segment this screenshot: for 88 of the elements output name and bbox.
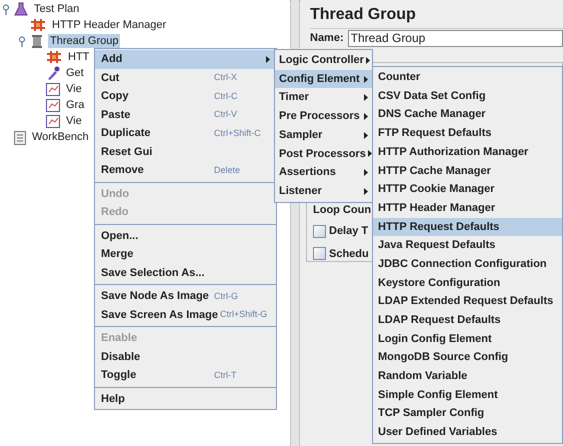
chart-window-icon: [46, 114, 60, 128]
menu-item[interactable]: Assertions: [275, 163, 372, 182]
menu-item[interactable]: FTP Request Defaults: [373, 124, 562, 143]
tree-item[interactable]: Test Plan: [32, 2, 82, 16]
submenu-arrow-icon: [364, 188, 368, 195]
submenu-arrow-icon: [368, 150, 372, 158]
menu-item[interactable]: Random Variable: [373, 367, 562, 386]
menu-item[interactable]: Paste Ctrl-V: [95, 106, 276, 124]
menu-item[interactable]: MongoDB Source Config: [373, 348, 562, 367]
clipboard-icon: [14, 130, 26, 144]
submenu-arrow-icon: [266, 56, 270, 63]
menu-item[interactable]: DNS Cache Manager: [373, 105, 562, 124]
expand-handle-icon[interactable]: [18, 36, 26, 46]
menu-item[interactable]: Save Node As Image Ctrl-G: [95, 287, 276, 306]
dropper-icon: [46, 66, 60, 80]
tree-item[interactable]: Gra: [64, 98, 86, 112]
panel-title: Thread Group: [310, 5, 417, 25]
checkbox[interactable]: [313, 224, 326, 238]
menu-item[interactable]: Save Screen As Image Ctrl+Shift-G: [95, 306, 276, 324]
shortcut-label: Ctrl-C: [213, 90, 238, 102]
menu-item[interactable]: Copy Ctrl-C: [95, 87, 276, 106]
expand-handle-icon[interactable]: [2, 4, 10, 14]
menu-item[interactable]: HTTP Cookie Manager: [373, 180, 562, 199]
checkbox-label: Delay T: [329, 224, 368, 239]
submenu-arrow-icon: [364, 132, 368, 139]
menu-item[interactable]: Save Selection As...: [95, 264, 276, 282]
menu-item[interactable]: LDAP Extended Request Defaults: [373, 292, 562, 311]
shortcut-label: Ctrl+Shift-G: [219, 308, 268, 321]
tree-item[interactable]: WorkBench: [30, 130, 91, 144]
menu-item[interactable]: LDAP Request Defaults: [373, 310, 562, 330]
menu-item[interactable]: Merge: [95, 245, 276, 264]
shortcut-label: Ctrl-X: [213, 71, 238, 84]
tree-item[interactable]: Thread Group: [48, 34, 120, 48]
menu-item[interactable]: Keystore Configuration: [373, 274, 562, 292]
tree-item[interactable]: HTTP Header Manager: [50, 18, 168, 32]
menu-item[interactable]: Help: [95, 390, 276, 408]
submenu-arrow-icon: [364, 94, 368, 102]
menu-item[interactable]: Listener: [275, 182, 372, 200]
flask-icon: [14, 2, 28, 16]
shortcut-label: Ctrl-G: [213, 290, 239, 302]
submenu-arrow-icon: [364, 112, 368, 120]
submenu-arrow-icon: [364, 168, 368, 176]
menu-item[interactable]: Cut Ctrl-X: [95, 68, 276, 87]
name-label: Name:: [310, 30, 344, 46]
menu-item[interactable]: TCP Sampler Config: [373, 404, 562, 424]
menu-item[interactable]: HTTP Authorization Manager: [373, 142, 562, 162]
shortcut-label: Ctrl-T: [213, 368, 238, 382]
menu-item[interactable]: Remove Delete: [95, 161, 276, 180]
name-field[interactable]: Thread Group: [348, 30, 563, 46]
menu-item[interactable]: CSV Data Set Config: [373, 86, 562, 106]
tree-item[interactable]: Vie: [64, 114, 84, 128]
menu-item[interactable]: JDBC Connection Configuration: [373, 254, 562, 274]
menu-item[interactable]: Pre Processors: [275, 107, 372, 126]
menu-item[interactable]: Java Request Defaults: [373, 236, 562, 255]
menu-item[interactable]: HTTP Cache Manager: [373, 161, 562, 180]
menu-item[interactable]: Post Processors: [275, 144, 372, 164]
menu-item[interactable]: User Defined Variables: [373, 423, 562, 442]
menu-item[interactable]: Simple Config Element: [373, 386, 562, 404]
checkbox[interactable]: [313, 247, 326, 260]
chart-window-icon: [46, 82, 60, 96]
menu-item[interactable]: HTTP Request Defaults: [373, 218, 562, 236]
chart-window-icon: [46, 98, 60, 112]
menu-item[interactable]: Logic Controller: [275, 51, 372, 70]
spool-icon: [30, 34, 44, 48]
checkbox-label: Schedu: [329, 246, 369, 262]
menu-item[interactable]: Add: [95, 50, 276, 68]
menu-item[interactable]: Reset Gui: [95, 142, 276, 161]
menu-item[interactable]: Disable: [95, 348, 276, 366]
submenu-arrow-icon: [366, 56, 370, 64]
menu-item[interactable]: HTTP Header Manager: [373, 198, 562, 218]
menu-item[interactable]: Config Element: [275, 70, 372, 88]
wrench-grid-icon: [46, 50, 62, 64]
tree-item[interactable]: Get: [64, 66, 86, 80]
tree-item[interactable]: Vie: [64, 82, 84, 96]
loop-count-label: Loop Coun: [313, 203, 372, 217]
menu-item[interactable]: Timer: [275, 88, 372, 108]
shortcut-label: Delete: [213, 164, 242, 176]
menu-item[interactable]: Duplicate Ctrl+Shift-C: [95, 124, 276, 142]
menu-item[interactable]: Open...: [95, 226, 276, 245]
menu-item[interactable]: Login Config Element: [373, 330, 562, 348]
shortcut-label: Ctrl+Shift-C: [213, 126, 262, 140]
menu-item[interactable]: Counter: [373, 68, 562, 87]
submenu-arrow-icon: [364, 76, 368, 83]
wrench-grid-icon: [30, 18, 46, 32]
menu-item[interactable]: Sampler: [275, 126, 372, 144]
menu-item[interactable]: Toggle Ctrl-T: [95, 366, 276, 384]
shortcut-label: Ctrl-V: [213, 108, 238, 121]
tree-item[interactable]: HTT: [66, 50, 92, 64]
